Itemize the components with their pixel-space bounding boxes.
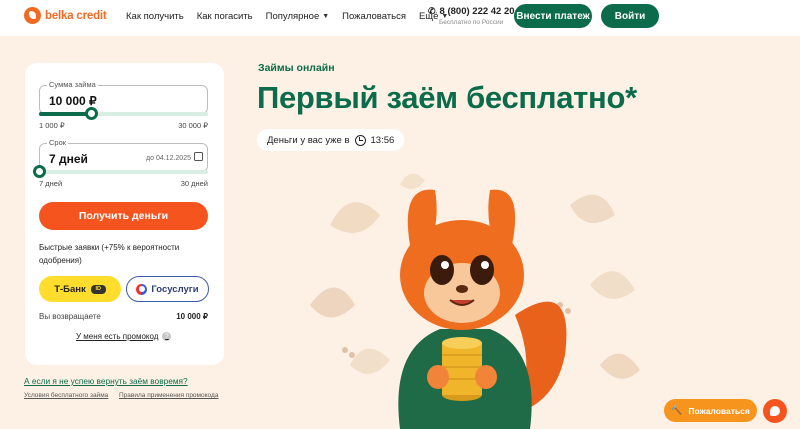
nav-item-how-to-repay[interactable]: Как погасить	[197, 11, 253, 22]
amount-min: 1 000 ₽	[39, 121, 65, 130]
promo-link-text: У меня есть промокод	[76, 332, 159, 341]
nav-item-how-to-get[interactable]: Как получить	[126, 11, 184, 22]
fast-applications-text: Быстрые заявки (+75% к вероятности одобр…	[39, 243, 180, 265]
hammer-icon: 🔨	[671, 405, 683, 415]
site-header: belka credit Как получить Как погасить П…	[0, 0, 800, 36]
return-label: Вы возвращаете	[39, 312, 101, 321]
phone-icon: ✆	[428, 6, 436, 16]
loan-term-field[interactable]: Срок 7 дней до 04.12.2025	[39, 138, 208, 172]
term-value: 7 дней	[49, 152, 88, 166]
nav-label: Популярное	[265, 11, 320, 22]
calendar-icon[interactable]	[194, 152, 203, 161]
clock-icon	[354, 134, 366, 146]
timer-text: Деньги у вас уже в	[267, 134, 350, 146]
main-nav: Как получить Как погасить Популярное ▼ По…	[126, 11, 448, 22]
logo-text: belka credit	[45, 9, 107, 22]
nav-label: Как получить	[126, 11, 184, 22]
phone-number: 8 (800) 222 42 20	[439, 6, 515, 17]
nav-label: Пожаловаться	[342, 11, 406, 22]
phone-note: Бесплатно по России	[439, 19, 504, 26]
hero-title: Первый заём бесплатно*	[257, 80, 637, 115]
term-slider-thumb[interactable]	[33, 165, 46, 178]
amount-value: 10 000 ₽	[49, 94, 97, 108]
squirrel-logo-icon	[24, 7, 41, 24]
promo-rules-link[interactable]: Правила применения промокода	[119, 392, 218, 399]
make-payment-button[interactable]: Внести платеж	[514, 4, 592, 28]
term-label: Срок	[47, 138, 69, 147]
amount-max: 30 000 ₽	[178, 121, 208, 130]
amount-slider[interactable]	[39, 107, 208, 120]
chevron-down-icon: ▼	[322, 13, 330, 20]
nav-item-popular[interactable]: Популярное ▼	[266, 11, 330, 22]
hero-eyebrow: Займы онлайн	[258, 62, 335, 74]
term-slider[interactable]	[33, 165, 208, 178]
nav-item-complain[interactable]: Пожаловаться	[342, 11, 406, 22]
gosuslugi-icon	[136, 283, 148, 295]
promo-code-link[interactable]: У меня есть промокод ?	[76, 332, 172, 341]
tbank-id-icon: ID	[90, 284, 106, 294]
chat-icon[interactable]	[763, 399, 787, 423]
nav-label: Как погасить	[196, 11, 253, 22]
squirrel-illustration	[310, 173, 640, 429]
phone-block[interactable]: ✆ 8 (800) 222 42 20 Бесплатно по России	[428, 6, 515, 26]
gosuslugi-label: Госуслуги	[151, 283, 199, 295]
amount-slider-thumb[interactable]	[85, 107, 98, 120]
get-money-button[interactable]: Получить деньги	[39, 202, 208, 230]
late-repayment-link[interactable]: А если я не успею вернуть заём вовремя?	[24, 376, 188, 386]
logo[interactable]: belka credit	[24, 7, 107, 24]
complain-label: Пожаловаться	[688, 405, 750, 416]
term-max: 30 дней	[180, 179, 208, 188]
tbank-label: Т-Банк	[54, 283, 86, 295]
tbank-id-button[interactable]: Т-Банк ID	[39, 276, 121, 302]
login-button[interactable]: Войти	[601, 4, 659, 28]
return-value: 10 000 ₽	[176, 312, 208, 321]
amount-slider-fill	[39, 112, 91, 116]
loan-amount-field[interactable]: Сумма займа 10 000 ₽	[39, 80, 208, 114]
complain-button[interactable]: 🔨 Пожаловаться	[664, 399, 757, 422]
free-loan-terms-link[interactable]: Условия бесплатного займа	[24, 392, 108, 399]
term-date-hint: до 04.12.2025	[146, 155, 191, 162]
loan-calculator-card: Сумма займа 10 000 ₽ 1 000 ₽ 30 000 ₽ Ср…	[25, 63, 224, 365]
money-timer-chip: Деньги у вас уже в 13:56	[257, 129, 405, 151]
help-icon[interactable]: ?	[162, 332, 172, 341]
timer-time: 13:56	[370, 134, 395, 146]
amount-label: Сумма займа	[47, 80, 98, 89]
gosuslugi-button[interactable]: Госуслуги	[126, 276, 209, 302]
term-min: 7 дней	[39, 179, 63, 188]
